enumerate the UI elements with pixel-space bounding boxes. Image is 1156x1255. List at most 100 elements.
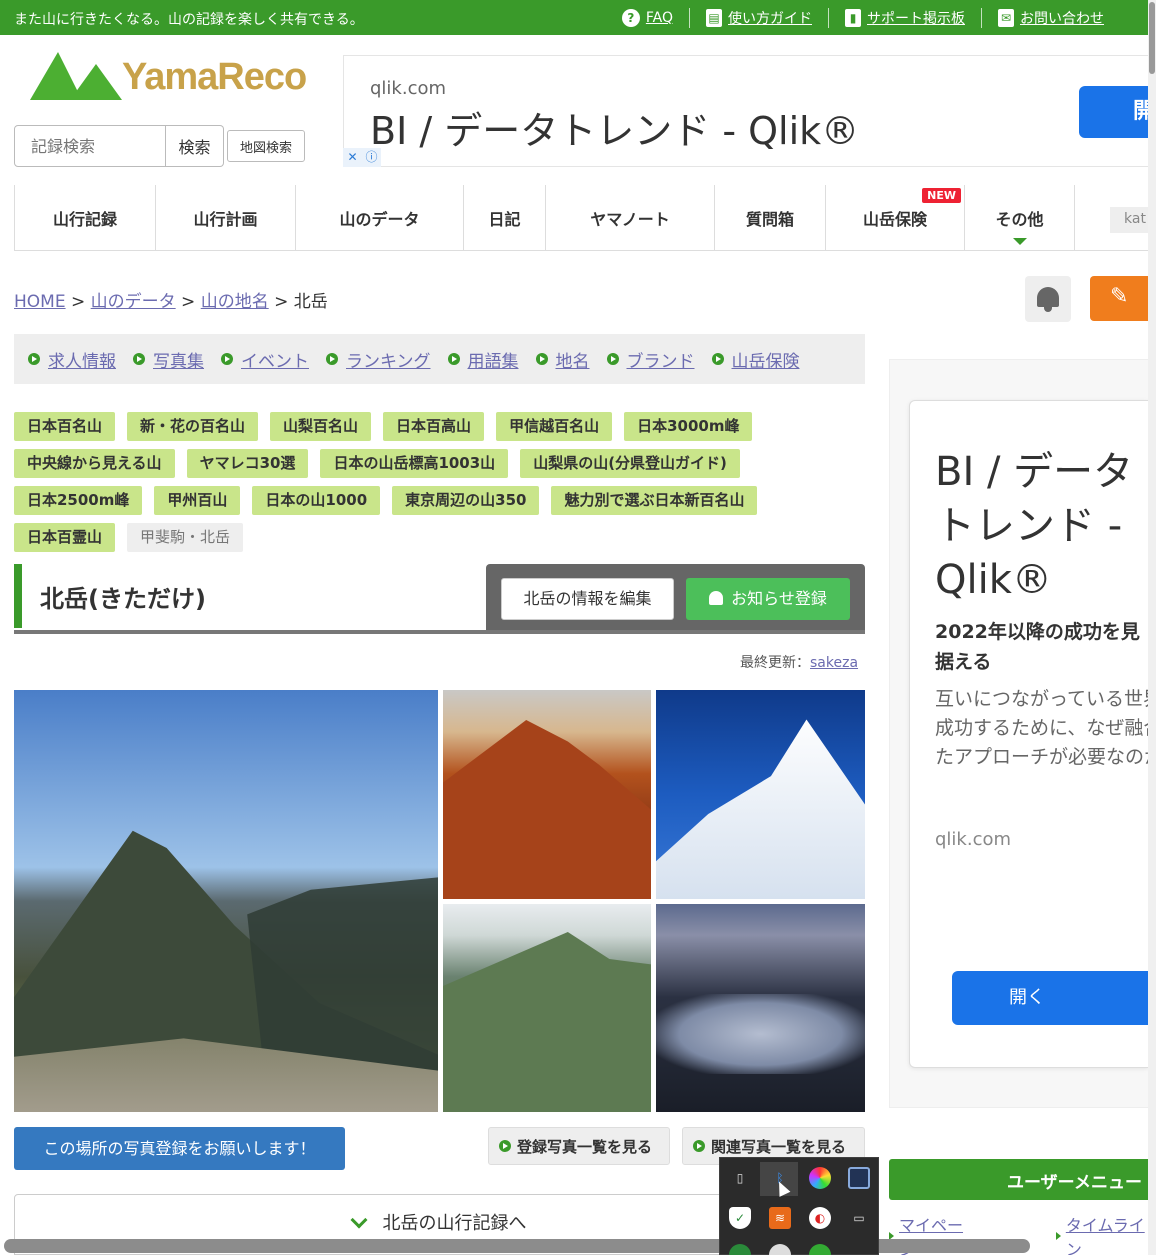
nav-item-questions[interactable]: 質問箱 xyxy=(714,185,825,251)
sublink-glossary[interactable]: 用語集 xyxy=(447,347,519,372)
record-search: 検索 xyxy=(14,125,224,167)
request-photo-button[interactable]: この場所の写真登録をお願いします！ xyxy=(14,1127,345,1170)
mail-icon: ✉ xyxy=(998,9,1014,27)
breadcrumb-place-names[interactable]: 山の地名 xyxy=(201,292,269,312)
nav-item-plans[interactable]: 山行計画 xyxy=(155,185,295,251)
nav-item-insurance[interactable]: 山岳保険 NEW xyxy=(825,185,964,251)
tray-app-icon[interactable] xyxy=(769,1244,791,1255)
tag[interactable]: 日本の山1000 xyxy=(252,486,381,515)
tag[interactable]: 山梨百名山 xyxy=(270,412,372,441)
search-input[interactable] xyxy=(14,125,166,167)
contact-link[interactable]: ✉ お問い合わせ xyxy=(981,8,1120,28)
last-updated-user-link[interactable]: sakeza xyxy=(810,655,858,671)
tag[interactable]: 日本百名山 xyxy=(14,412,116,441)
mountain-logo-icon xyxy=(30,52,122,100)
arrow-circle-icon xyxy=(326,353,338,365)
site-tagline: また山に行きたくなる。山の記録を楽しく共有できる。 xyxy=(14,12,364,28)
sublink-insurance[interactable]: 山岳保険 xyxy=(711,347,800,372)
tag[interactable]: ヤマレコ30選 xyxy=(186,449,309,478)
sublink-photos[interactable]: 写真集 xyxy=(133,347,204,372)
bell-icon xyxy=(709,591,724,605)
guide-link[interactable]: ▤ 使い方ガイド xyxy=(689,8,828,28)
arrow-circle-icon xyxy=(221,353,233,365)
area-tag[interactable]: 甲斐駒・北岳 xyxy=(127,523,244,552)
main-photo[interactable] xyxy=(14,690,438,1112)
tag[interactable]: 新・花の百名山 xyxy=(127,412,259,441)
side-ad[interactable]: BI / データトレンド - Qlik® 2022年以降の成功を見据える 互いに… xyxy=(909,400,1148,1068)
ad-choices[interactable]: ✕ ⓘ xyxy=(343,148,381,167)
notification-button[interactable] xyxy=(1025,276,1071,322)
close-icon[interactable]: ✕ xyxy=(343,148,362,167)
arrow-circle-icon xyxy=(693,1140,705,1152)
nav-item-diary[interactable]: 日記 xyxy=(463,185,545,251)
write-record-button[interactable]: ✎ xyxy=(1090,276,1148,321)
side-ad-open-button[interactable]: 開く xyxy=(952,971,1148,1025)
vertical-scroll-thumb[interactable] xyxy=(1149,2,1155,74)
shield-icon[interactable]: ✓ xyxy=(729,1207,751,1229)
registered-photos-button[interactable]: 登録写真一覧を見る xyxy=(488,1127,670,1165)
page-title: 北岳(きただけ) xyxy=(40,585,206,613)
breadcrumb-separator: > xyxy=(274,292,289,312)
mountain-tags: 日本百名山 新・花の百名山 山梨百名山 日本百高山 甲信越百名山 日本3000m… xyxy=(14,412,865,560)
tag[interactable]: 山梨県の山(分県登山ガイド) xyxy=(520,449,740,478)
tag[interactable]: 東京周辺の山350 xyxy=(392,486,540,515)
arrow-circle-icon xyxy=(499,1140,511,1152)
vertical-scrollbar[interactable] xyxy=(1148,0,1156,1255)
nav-item-records[interactable]: 山行記録 xyxy=(14,185,155,251)
side-ad-description: 互いにつながっている世界で成功するために、なぜ融合したアプローチが必要なのか？ xyxy=(935,688,1148,768)
caret-down-icon xyxy=(1012,238,1027,245)
app-icon[interactable]: ≋ xyxy=(769,1207,791,1229)
last-updated: 最終更新：sakeza xyxy=(740,655,859,671)
nav-item-other[interactable]: その他 xyxy=(964,185,1075,251)
user-menu-header[interactable]: ユーザーメニュー xyxy=(889,1159,1148,1200)
ad-open-button[interactable]: 開く xyxy=(1079,86,1156,138)
breadcrumb-mountain-data[interactable]: 山のデータ xyxy=(91,292,176,312)
tray-app-icon[interactable] xyxy=(729,1244,751,1255)
nav-item-mountain-data[interactable]: 山のデータ xyxy=(295,185,463,251)
usb-icon[interactable]: ▯ xyxy=(729,1167,751,1189)
sublink-brands[interactable]: ブランド xyxy=(606,347,695,372)
notify-register-button[interactable]: お知らせ登録 xyxy=(686,578,850,620)
sublink-ranking[interactable]: ランキング xyxy=(326,347,431,372)
support-board-link[interactable]: ▮ サポート掲示板 xyxy=(828,8,981,28)
monitor-icon[interactable] xyxy=(848,1167,870,1189)
sublink-events[interactable]: イベント xyxy=(221,347,309,372)
info-icon[interactable]: ⓘ xyxy=(362,148,381,167)
sublink-jobs[interactable]: 求人情報 xyxy=(28,347,116,372)
tag[interactable]: 日本の山岳標高1003山 xyxy=(320,449,509,478)
side-ad-subtitle: 2022年以降の成功を見据える xyxy=(935,621,1140,673)
arrow-circle-icon xyxy=(133,353,145,365)
tag[interactable]: 日本百霊山 xyxy=(14,523,116,552)
faq-link[interactable]: ? FAQ xyxy=(606,9,689,27)
sublink-place-names[interactable]: 地名 xyxy=(535,347,590,372)
tag[interactable]: 甲信越百名山 xyxy=(496,412,613,441)
photo-thumbnail[interactable] xyxy=(656,690,865,899)
map-search-button[interactable]: 地図検索 xyxy=(227,130,305,162)
breadcrumb: HOME > 山のデータ > 山の地名 > 北岳 xyxy=(14,287,328,312)
tag[interactable]: 甲州百山 xyxy=(154,486,241,515)
tag[interactable]: 魅力別で選ぶ日本新百名山 xyxy=(551,486,758,515)
nav-user-name[interactable]: kat xyxy=(1110,207,1150,233)
top-ad-banner[interactable]: qlik.com BI / データトレンド - Qlik® 開く xyxy=(343,55,1156,167)
breadcrumb-home[interactable]: HOME xyxy=(14,292,66,312)
color-wheel-icon[interactable] xyxy=(809,1167,831,1189)
photo-thumbnail[interactable] xyxy=(656,904,865,1112)
sub-links: 求人情報 写真集 イベント ランキング 用語集 地名 ブランド 山岳保険 xyxy=(14,334,865,384)
clipboard-icon: ▮ xyxy=(845,9,861,27)
search-button[interactable]: 検索 xyxy=(166,125,224,167)
tag[interactable]: 日本百高山 xyxy=(383,412,485,441)
pencil-icon: ✎ xyxy=(1110,284,1129,309)
battery-icon[interactable]: ▭ xyxy=(848,1207,870,1229)
tag[interactable]: 日本2500m峰 xyxy=(14,486,143,515)
photo-thumbnail[interactable] xyxy=(443,904,651,1112)
nav-item-yamanote[interactable]: ヤマノート xyxy=(545,185,714,251)
antivirus-icon[interactable]: ◐ xyxy=(809,1207,831,1229)
timeline-link[interactable]: タイムライン xyxy=(1055,1212,1148,1255)
tray-app-icon[interactable] xyxy=(809,1244,831,1255)
tag[interactable]: 中央線から見える山 xyxy=(14,449,175,478)
edit-info-button[interactable]: 北岳の情報を編集 xyxy=(501,578,674,620)
site-logo[interactable]: YamaReco xyxy=(30,50,307,105)
tag[interactable]: 日本3000m峰 xyxy=(624,412,753,441)
photo-thumbnail[interactable] xyxy=(443,690,651,899)
arrow-circle-icon xyxy=(606,353,619,365)
